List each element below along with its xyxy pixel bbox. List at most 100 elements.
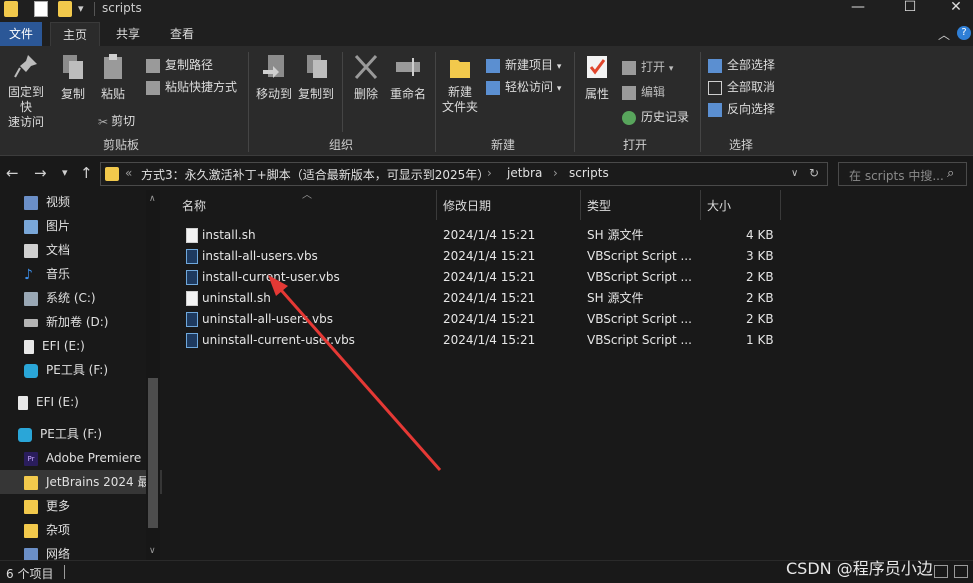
quick-access-dropdown-icon[interactable]: ▾	[78, 2, 84, 15]
copy-to-icon	[307, 55, 327, 78]
history-label: 历史记录	[641, 110, 690, 124]
copy-button[interactable]: 复制	[58, 52, 88, 102]
nav-item-pictures[interactable]: 图片	[0, 214, 162, 238]
copy-to-button[interactable]: 复制到	[296, 52, 336, 102]
nav-item-pe-tools[interactable]: PE工具 (F:)	[0, 358, 162, 382]
nav-item-adobe-premiere[interactable]: Pr Adobe Premiere	[0, 446, 162, 470]
nav-label: PE工具 (F:)	[40, 427, 103, 441]
edit-button[interactable]: 编辑	[622, 83, 665, 100]
open-button[interactable]: 打开 ▾	[622, 58, 673, 75]
scroll-up-icon[interactable]: ∧	[149, 194, 156, 204]
maximize-button[interactable]: ☐	[887, 0, 933, 22]
paste-button[interactable]: 粘贴	[98, 52, 128, 102]
breadcrumb-item[interactable]: 方式3：永久激活补丁+脚本（适合最新版本，可显示到2025年）	[141, 166, 489, 183]
breadcrumb-separator-icon[interactable]: ›	[553, 166, 558, 180]
group-new: 新建	[490, 138, 515, 152]
copy-path-button[interactable]: 复制路径	[146, 56, 213, 73]
scroll-thumb[interactable]	[148, 378, 158, 528]
new-item-button[interactable]: 新建项目 ▾	[486, 56, 561, 73]
new-folder-icon	[450, 60, 470, 78]
breadcrumb-separator-icon[interactable]: ›	[487, 166, 492, 180]
new-folder-quick-icon[interactable]	[58, 1, 72, 17]
properties-icon	[587, 56, 607, 78]
ribbon-separator	[342, 52, 343, 132]
close-button[interactable]: ✕	[933, 0, 973, 22]
rename-label: 重命名	[389, 87, 426, 101]
search-placeholder: 在 scripts 中搜...	[849, 169, 944, 183]
paste-shortcut-button[interactable]: 粘贴快捷方式	[146, 78, 237, 95]
search-icon: ⌕	[947, 166, 955, 181]
address-input[interactable]: « 方式3：永久激活补丁+脚本（适合最新版本，可显示到2025年） › jetb…	[100, 162, 828, 186]
group-clipboard: 剪贴板	[102, 138, 139, 152]
delete-button[interactable]: 删除	[350, 52, 382, 102]
scroll-down-icon[interactable]: ∨	[149, 546, 156, 556]
ribbon-tabs: 文件 主页 共享 查看 ︿ ?	[0, 22, 973, 46]
annotation-arrow	[268, 275, 442, 471]
up-arrow-icon[interactable]: ↑	[80, 164, 93, 182]
recent-locations-icon[interactable]: ▾	[62, 166, 68, 179]
search-input[interactable]: 在 scripts 中搜... ⌕	[838, 162, 967, 186]
easy-access-icon	[486, 80, 500, 95]
drive-icon	[18, 395, 28, 410]
tab-view[interactable]: 查看	[160, 22, 204, 46]
select-none-button[interactable]: 全部取消	[708, 78, 775, 95]
minimize-button[interactable]: —	[835, 0, 881, 22]
invert-selection-label: 反向选择	[727, 102, 776, 116]
breadcrumb-item[interactable]: jetbra	[507, 166, 542, 180]
nav-item-documents[interactable]: 文档	[0, 238, 162, 262]
folder-icon	[4, 1, 18, 17]
chevron-down-icon: ▾	[556, 62, 562, 72]
nav-item-music[interactable]: ♪ 音乐	[0, 262, 162, 286]
ribbon-separator	[248, 52, 249, 152]
properties-check-icon[interactable]	[34, 1, 48, 17]
tab-file[interactable]: 文件	[0, 22, 42, 46]
properties-button[interactable]: 属性	[580, 52, 614, 102]
properties-label: 属性	[584, 87, 609, 101]
forward-arrow-icon[interactable]: →	[34, 164, 47, 182]
network-icon	[24, 547, 38, 560]
rename-button[interactable]: 重命名	[388, 52, 428, 102]
easy-access-button[interactable]: 轻松访问 ▾	[486, 78, 561, 95]
pin-quick-access-button[interactable]: 固定到快 速访问	[4, 52, 48, 130]
nav-item-efi[interactable]: EFI (E:)	[0, 390, 162, 414]
help-icon[interactable]: ?	[957, 26, 971, 40]
cut-button[interactable]: ✂ 剪切	[98, 112, 135, 129]
nav-label: 图片	[46, 219, 71, 233]
cut-label: 剪切	[111, 114, 136, 128]
history-button[interactable]: 历史记录	[622, 108, 689, 125]
collapse-ribbon-icon[interactable]: ︿	[938, 26, 950, 43]
nav-item-efi[interactable]: EFI (E:)	[0, 334, 162, 358]
nav-item-more[interactable]: 更多	[0, 494, 162, 518]
breadcrumb-item[interactable]: scripts	[569, 166, 609, 180]
nav-item-network[interactable]: 网络	[0, 542, 162, 560]
new-folder-button[interactable]: 新建 文件夹	[440, 52, 480, 115]
nav-item-misc[interactable]: 杂项	[0, 518, 162, 542]
nav-item-videos[interactable]: 视频	[0, 190, 162, 214]
easy-access-label: 轻松访问	[505, 80, 554, 94]
address-dropdown-icon[interactable]: ∨	[791, 168, 798, 179]
nav-item-pe-tools[interactable]: PE工具 (F:)	[0, 422, 162, 446]
documents-folder-icon	[24, 243, 38, 258]
navigation-pane: 视频 图片 文档 ♪ 音乐 系统 (C:) 新加卷 (D:) EFI (E:) P…	[0, 190, 162, 560]
ribbon-separator	[700, 52, 701, 152]
back-arrow-icon[interactable]: ←	[6, 164, 19, 182]
select-all-button[interactable]: 全部选择	[708, 56, 775, 73]
nav-item-drive-d[interactable]: 新加卷 (D:)	[0, 310, 162, 334]
nav-item-jetbrains[interactable]: JetBrains 2024 最	[0, 470, 162, 494]
breadcrumb-overflow-icon[interactable]: «	[125, 166, 132, 180]
move-to-icon	[263, 55, 284, 78]
rename-icon	[396, 58, 420, 76]
details-view-icon[interactable]	[934, 565, 948, 578]
move-to-button[interactable]: 移动到	[254, 52, 294, 102]
nav-label: 杂项	[46, 523, 71, 537]
scissors-icon: ✂	[98, 114, 109, 129]
invert-selection-button[interactable]: 反向选择	[708, 100, 775, 117]
nav-item-drive-c[interactable]: 系统 (C:)	[0, 286, 162, 310]
tab-home[interactable]: 主页	[50, 22, 100, 46]
refresh-icon[interactable]: ↻	[809, 166, 819, 180]
large-icons-view-icon[interactable]	[954, 565, 968, 578]
nav-scrollbar[interactable]: ∧ ∨	[146, 190, 160, 560]
pe-drive-icon	[24, 363, 38, 378]
address-bar-row: ← → ▾ ↑ « 方式3：永久激活补丁+脚本（适合最新版本，可显示到2025年…	[0, 156, 973, 190]
tab-share[interactable]: 共享	[106, 22, 150, 46]
